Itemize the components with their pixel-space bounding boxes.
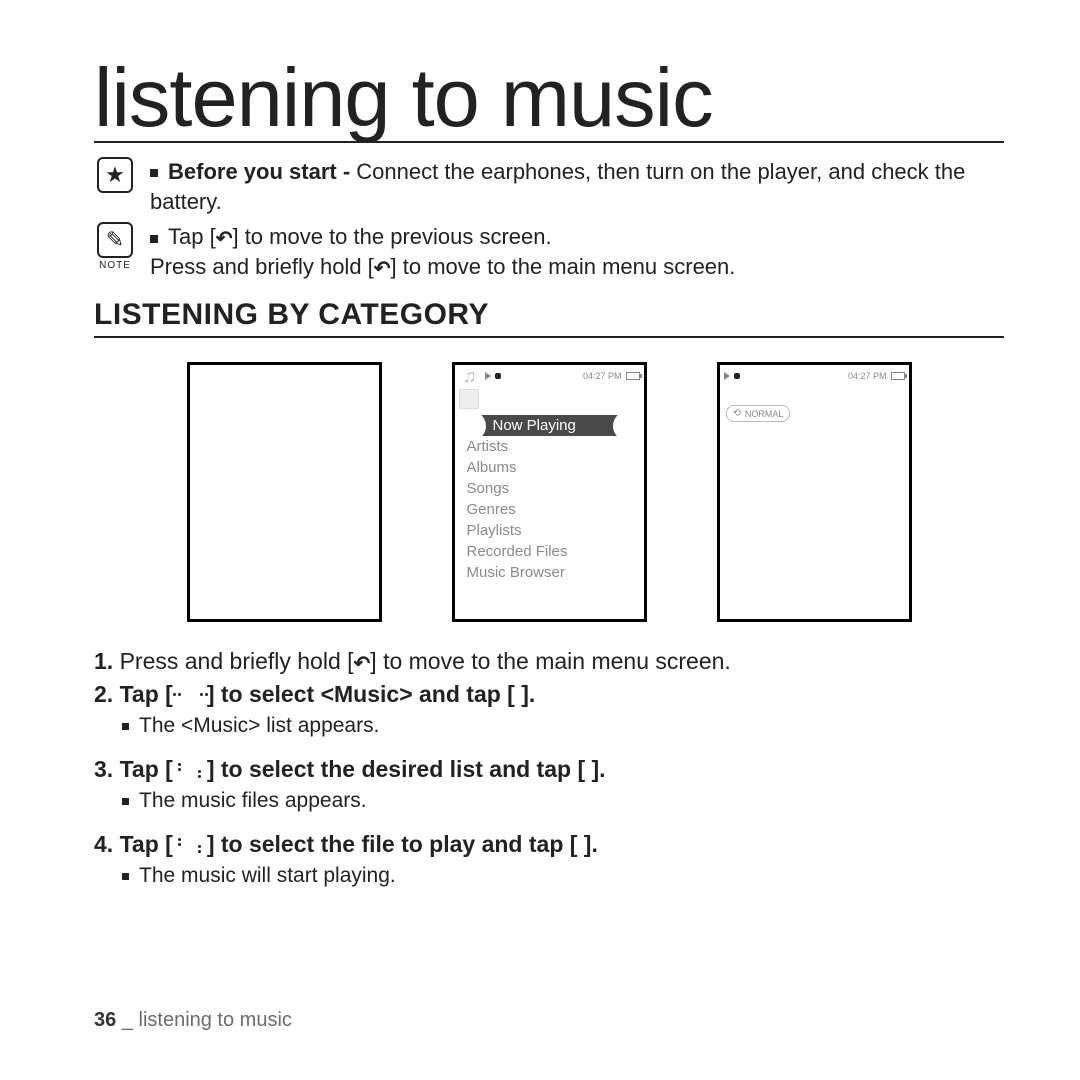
pencil-icon: ✎ bbox=[97, 222, 133, 258]
section-heading: LISTENING BY CATEGORY bbox=[94, 298, 1004, 338]
step-4-sub: The music will start playing. bbox=[122, 864, 1004, 888]
status-dot-icon bbox=[495, 373, 501, 379]
step-3-sub: The music files appears. bbox=[122, 789, 1004, 813]
back-arrow-icon: ↶ bbox=[216, 226, 233, 253]
step-4: 4. Tap [] to select the file to play and… bbox=[94, 831, 1004, 858]
music-note-icon: ♫ bbox=[459, 365, 481, 387]
status-dot-icon bbox=[734, 373, 740, 379]
step-2-sub: The <Music> list appears. bbox=[122, 714, 1004, 738]
up-down-icon bbox=[173, 763, 207, 777]
page-title: listening to music bbox=[94, 56, 1004, 143]
intro-block: ★ Before you start - Connect the earphon… bbox=[94, 157, 1004, 282]
menu-item-songs: Songs bbox=[461, 478, 638, 499]
page-footer: 36 _ listening to music bbox=[94, 1009, 292, 1032]
device-screen-now-playing: 04:27 PM NORMAL bbox=[717, 362, 912, 622]
instruction-steps: 1. Press and briefly hold [↶] to move to… bbox=[94, 648, 1004, 888]
left-right-icon bbox=[173, 688, 207, 702]
note-label: NOTE bbox=[99, 260, 131, 271]
battery-icon bbox=[891, 372, 905, 380]
before-you-start-text: Before you start - Connect the earphones… bbox=[150, 157, 1004, 216]
back-arrow-icon: ↶ bbox=[354, 651, 371, 676]
device-screen-music-list: ♫ 04:27 PM Now Playing Artists Albums So… bbox=[452, 362, 647, 622]
battery-icon bbox=[626, 372, 640, 380]
play-icon bbox=[724, 372, 730, 380]
playback-mode-badge: NORMAL bbox=[726, 405, 791, 422]
menu-item-recorded-files: Recorded Files bbox=[461, 541, 638, 562]
device-screen-main-menu bbox=[187, 362, 382, 622]
note-text: Tap [↶] to move to the previous screen. … bbox=[150, 222, 735, 282]
menu-item-genres: Genres bbox=[461, 499, 638, 520]
menu-item-music-browser: Music Browser bbox=[461, 562, 638, 583]
star-icon: ★ bbox=[97, 157, 133, 193]
status-time: 04:27 PM bbox=[848, 371, 887, 381]
step-3: 3. Tap [] to select the desired list and… bbox=[94, 756, 1004, 783]
album-thumb bbox=[459, 389, 479, 409]
repeat-icon bbox=[733, 408, 741, 419]
menu-item-playlists: Playlists bbox=[461, 520, 638, 541]
menu-item-now-playing: Now Playing bbox=[461, 415, 638, 436]
play-icon bbox=[485, 372, 491, 380]
menu-item-albums: Albums bbox=[461, 457, 638, 478]
back-arrow-icon: ↶ bbox=[374, 256, 391, 283]
up-down-icon bbox=[173, 838, 207, 852]
menu-item-artists: Artists bbox=[461, 436, 638, 457]
step-2: 2. Tap [] to select <Music> and tap [ ]. bbox=[94, 681, 1004, 708]
step-1: 1. Press and briefly hold [↶] to move to… bbox=[94, 648, 1004, 675]
device-screens-row: ♫ 04:27 PM Now Playing Artists Albums So… bbox=[94, 362, 1004, 622]
status-time: 04:27 PM bbox=[583, 371, 622, 381]
music-menu-list: Now Playing Artists Albums Songs Genres … bbox=[455, 415, 644, 583]
